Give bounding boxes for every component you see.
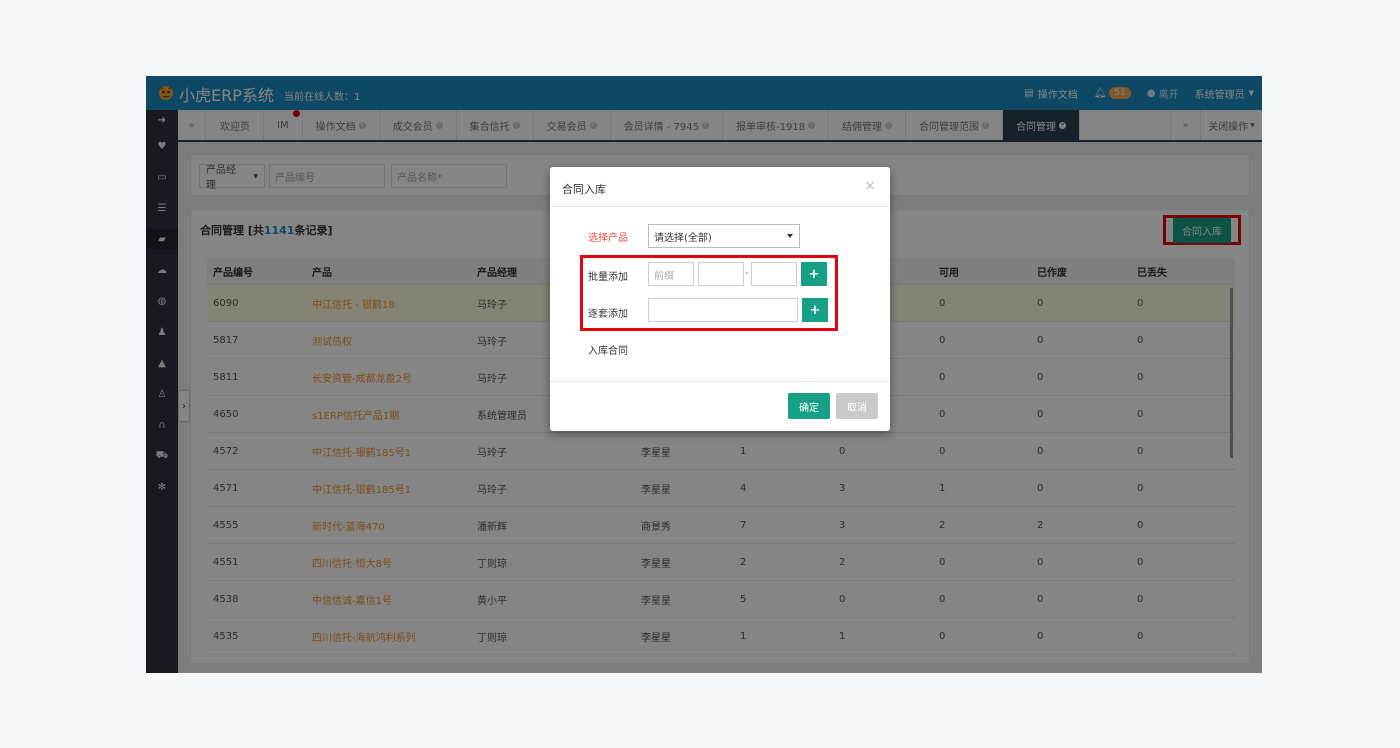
contract-stock-in-modal: 合同入库 × 选择产品 请选择(全部) 批量添加 前缀 - + 逐套添加 + 入… xyxy=(550,167,890,431)
cancel-button[interactable]: 取消 xyxy=(836,393,878,419)
erp-app: 小虎ERP系统 当前在线人数：1 ▤ 操作文档 🔔︎ 51 ● 离开 系统管理员… xyxy=(146,76,1262,673)
prefix-input[interactable]: 前缀 xyxy=(648,262,694,286)
product-select[interactable]: 请选择(全部) xyxy=(648,224,800,248)
batch-add-label: 批量添加 xyxy=(588,272,628,283)
range-dash: - xyxy=(745,268,749,279)
modal-title: 合同入库 xyxy=(562,183,606,196)
single-add-label: 逐套添加 xyxy=(588,309,628,320)
batch-add-plus-button[interactable]: + xyxy=(801,262,827,286)
range-start-input[interactable] xyxy=(698,262,744,286)
close-icon[interactable]: × xyxy=(864,178,876,194)
select-product-label: 选择产品 xyxy=(588,233,628,244)
modal-header: 合同入库 × xyxy=(550,167,890,207)
range-end-input[interactable] xyxy=(751,262,797,286)
single-add-input[interactable] xyxy=(648,298,798,322)
modal-footer: 确定 取消 xyxy=(550,381,890,431)
caret-down-icon xyxy=(787,234,793,238)
stock-contract-label: 入库合同 xyxy=(588,346,628,357)
confirm-button[interactable]: 确定 xyxy=(788,393,830,419)
product-select-value: 请选择(全部) xyxy=(654,232,712,244)
single-add-plus-button[interactable]: + xyxy=(802,298,828,322)
